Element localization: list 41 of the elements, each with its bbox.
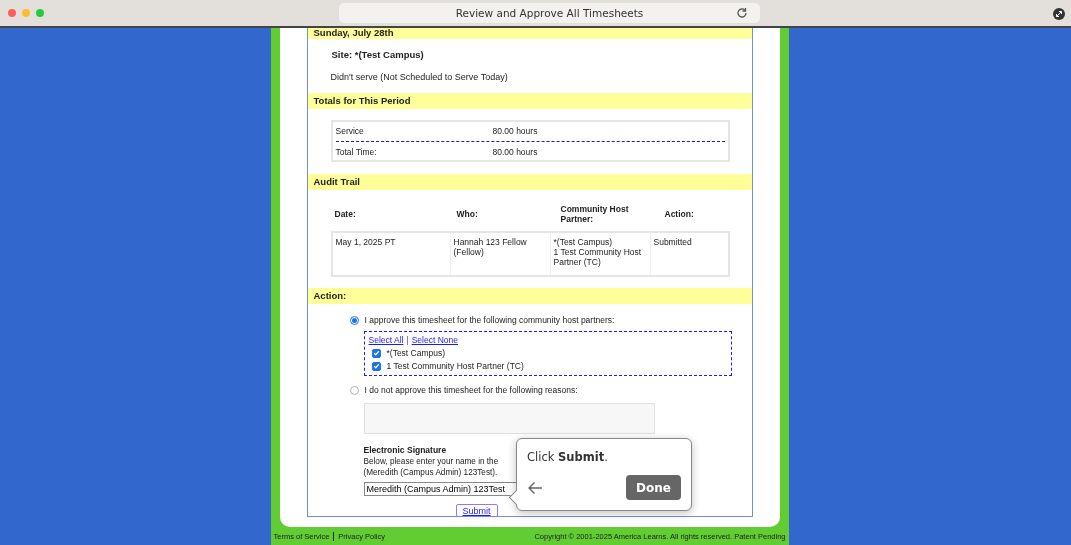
checkbox[interactable] — [371, 361, 381, 371]
section-heading: Totals for This Period — [307, 93, 752, 109]
section-heading: Audit Trail — [307, 174, 752, 190]
table-cell: May 1, 2025 PT — [332, 233, 451, 275]
total-value: 80.00 hours — [492, 147, 538, 157]
radio-button[interactable] — [349, 315, 359, 325]
close-window-icon[interactable] — [8, 9, 16, 17]
table-cell: Hannah 123 Fellow (Fellow) — [450, 233, 551, 275]
column-header: Community Host Partner: — [559, 204, 630, 224]
submit-button[interactable]: Submit — [455, 504, 498, 517]
option-label: I do not approve this timesheet for the following reasons: — [364, 385, 578, 395]
section-heading: Action: — [307, 288, 752, 304]
option-label: I approve this timesheet for the following community host partners: — [364, 315, 615, 325]
reasons-field[interactable] — [363, 403, 655, 434]
expand-icon[interactable] — [1053, 8, 1065, 20]
select-all-link[interactable]: Select All — [368, 335, 404, 345]
column-header: Action: — [663, 209, 695, 219]
site-label: Site: *(Test Campus) — [331, 49, 425, 60]
total-value: 80.00 hours — [492, 126, 538, 136]
service-status: Didn't serve (Not Scheduled to Serve Today) — [330, 72, 509, 82]
tooltip-text: Click Submit. — [527, 450, 609, 464]
table-cell-text: Submitted — [652, 236, 693, 249]
partner-label: 1 Test Community Host Partner (TC) — [386, 361, 524, 371]
reload-icon[interactable] — [736, 7, 748, 19]
signature-heading: Electronic Signature — [363, 445, 448, 455]
done-button[interactable]: Done — [626, 475, 681, 500]
checkbox[interactable] — [371, 348, 381, 358]
signature-instructions: Below, please enter your name in the (Meredith (Campus Admin) 123Test). — [363, 456, 499, 478]
column-header: Who: — [455, 209, 479, 219]
total-label: Total Time: — [335, 147, 378, 157]
address-bar[interactable]: Review and Approve All Timesheets — [339, 3, 760, 23]
column-header: Date: — [333, 209, 357, 219]
table-cell: *(Test Campus) 1 Test Community Host Partner (TC) — [550, 233, 651, 275]
page-title: Review and Approve All Timesheets — [455, 7, 644, 19]
back-arrow-icon[interactable] — [527, 480, 543, 495]
select-none-link[interactable]: Select None — [411, 335, 458, 345]
total-label: Service — [335, 126, 365, 136]
partner-label: *(Test Campus) — [386, 348, 446, 358]
separator: | — [406, 335, 409, 345]
radio-button[interactable] — [349, 385, 359, 395]
section-heading: Sunday, July 28th — [307, 28, 752, 39]
